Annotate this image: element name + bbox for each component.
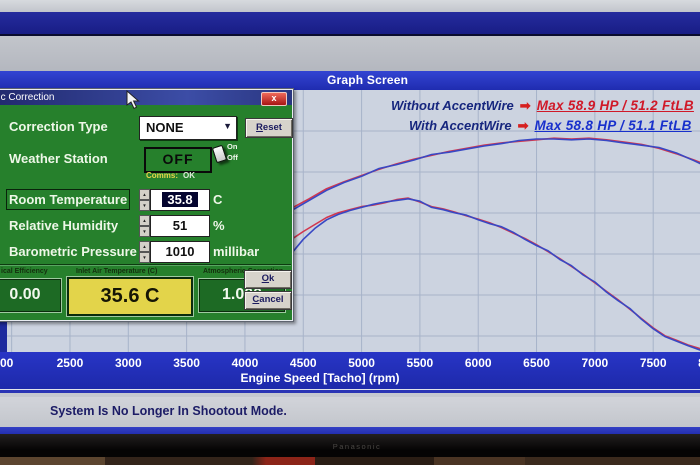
barometric-pressure-field: ▲ ▼ 1010 <box>139 241 210 263</box>
inlet-air-temp-value: 35.6 C <box>67 277 193 316</box>
atmospheric-correction-dialog: Atmospheric Correction x Correction Type… <box>0 88 294 322</box>
reset-button[interactable]: Reset <box>245 118 293 138</box>
toggle-off-label: Off <box>227 153 238 162</box>
monitor-bezel: Panasonic <box>0 434 700 457</box>
room-temperature-field: ▲ ▼ 35.8 <box>139 189 210 211</box>
comms-value: OK <box>183 171 196 180</box>
axis-tick-label: 6000 <box>464 356 492 370</box>
relative-humidity-unit: % <box>213 218 225 233</box>
axis-tick-label: 7500 <box>639 356 667 370</box>
x-axis-title: Engine Speed [Tacho] (rpm) <box>240 371 400 385</box>
axis-tick-label: 3000 <box>114 356 142 370</box>
inlet-air-temp-label: Inlet Air Temperature (C) <box>76 268 158 275</box>
weather-station-toggle[interactable] <box>211 144 228 164</box>
annotation-without-accentwire: Without AccentWire ➡ Max 58.9 HP / 51.2 … <box>391 98 694 114</box>
toggle-on-label: On <box>227 142 238 151</box>
close-icon[interactable]: x <box>261 92 287 106</box>
room-temperature-input[interactable]: 35.8 <box>150 189 210 211</box>
status-bar: System Is No Longer In Shootout Mode. <box>0 397 700 427</box>
axis-tick-label: 3500 <box>173 356 200 370</box>
monitor-photo: Graph Screen Without AccentWire ➡ Max 58… <box>0 0 700 465</box>
axis-tick-label: 4000 <box>231 356 259 370</box>
toolbar-band <box>0 36 700 72</box>
axis-tick-label: 2500 <box>56 356 84 370</box>
relative-humidity-input[interactable]: 51 <box>150 215 210 237</box>
ok-button[interactable]: Ok <box>244 270 292 289</box>
room-temperature-stepper: ▲ ▼ <box>139 189 150 211</box>
right-arrow-icon: ➡ <box>517 118 529 133</box>
axis-tick-label: 7000 <box>581 356 609 370</box>
weather-station-status: OFF <box>144 147 212 173</box>
correction-type-label: Correction Type <box>9 119 108 134</box>
efficiency-panel-value: 0.00 <box>0 279 61 312</box>
annotation-max-value: Max 58.9 HP / 51.2 FtLB <box>536 98 694 113</box>
dyno-curve <box>291 137 700 209</box>
annotation-label: Without AccentWire <box>391 98 514 113</box>
relative-humidity-field: ▲ ▼ 51 <box>139 215 210 237</box>
barometric-pressure-input[interactable]: 1010 <box>150 241 210 263</box>
weather-station-label: Weather Station <box>9 151 108 166</box>
annotation-max-value: Max 58.8 HP / 51.1 FtLB <box>534 118 692 133</box>
axis-tick-label: 1900 <box>0 356 14 370</box>
dialog-title: Atmospheric Correction <box>0 92 55 103</box>
top-light-band <box>0 0 700 12</box>
relative-humidity-stepper: ▲ ▼ <box>139 215 150 237</box>
axis-tick-label: 5000 <box>348 356 375 370</box>
right-arrow-icon: ➡ <box>519 98 531 113</box>
comms-status: Comms: OK <box>146 171 195 180</box>
chevron-down-icon: ▼ <box>223 121 232 131</box>
axis-tick-label: 4500 <box>289 356 317 370</box>
axis-tick-label: 5500 <box>406 356 434 370</box>
separator <box>0 389 700 397</box>
desk-area <box>0 457 700 465</box>
dialog-titlebar[interactable]: Atmospheric Correction x <box>0 90 292 106</box>
room-temperature-label: Room Temperature <box>5 189 131 210</box>
spin-up-icon[interactable]: ▲ <box>139 189 150 200</box>
efficiency-panel-label: ical Efficiency <box>1 268 48 275</box>
correction-type-value: NONE <box>146 120 184 135</box>
mouse-cursor <box>126 90 140 110</box>
x-axis-band: 1900 2500 3000 3500 4000 4500 5000 5500 6000 6500… <box>0 352 700 389</box>
spin-down-icon[interactable]: ▼ <box>139 200 150 211</box>
selected-text: 35.8 <box>162 192 198 207</box>
top-navy-band <box>0 12 700 36</box>
spin-down-icon[interactable]: ▼ <box>139 252 150 263</box>
monitor-brand-logo: Panasonic <box>332 442 382 451</box>
dyno-curve <box>291 197 700 350</box>
barometric-pressure-label: Barometric Pressure <box>9 244 137 259</box>
divider <box>0 264 291 266</box>
spin-down-icon[interactable]: ▼ <box>139 226 150 237</box>
barometric-pressure-unit: millibar <box>213 244 260 259</box>
correction-type-dropdown[interactable]: NONE ▼ <box>139 116 237 140</box>
cancel-button[interactable]: Cancel <box>244 291 292 310</box>
screen-bottom-strip <box>0 427 700 434</box>
room-temperature-unit: C <box>213 192 223 207</box>
annotation-with-accentwire: With AccentWire ➡ Max 58.8 HP / 51.1 FtL… <box>409 118 692 134</box>
relative-humidity-label: Relative Humidity <box>9 218 119 233</box>
graph-window-title: Graph Screen <box>327 73 409 87</box>
dyno-curve <box>290 198 700 351</box>
dyno-curve <box>291 138 700 212</box>
comms-label: Comms: <box>146 171 179 180</box>
spin-up-icon[interactable]: ▲ <box>139 241 150 252</box>
spin-up-icon[interactable]: ▲ <box>139 215 150 226</box>
barometric-pressure-stepper: ▲ ▼ <box>139 241 150 263</box>
annotation-label: With AccentWire <box>409 118 512 133</box>
axis-tick-label: 6500 <box>523 356 550 370</box>
status-message: System Is No Longer In Shootout Mode. <box>50 404 287 418</box>
